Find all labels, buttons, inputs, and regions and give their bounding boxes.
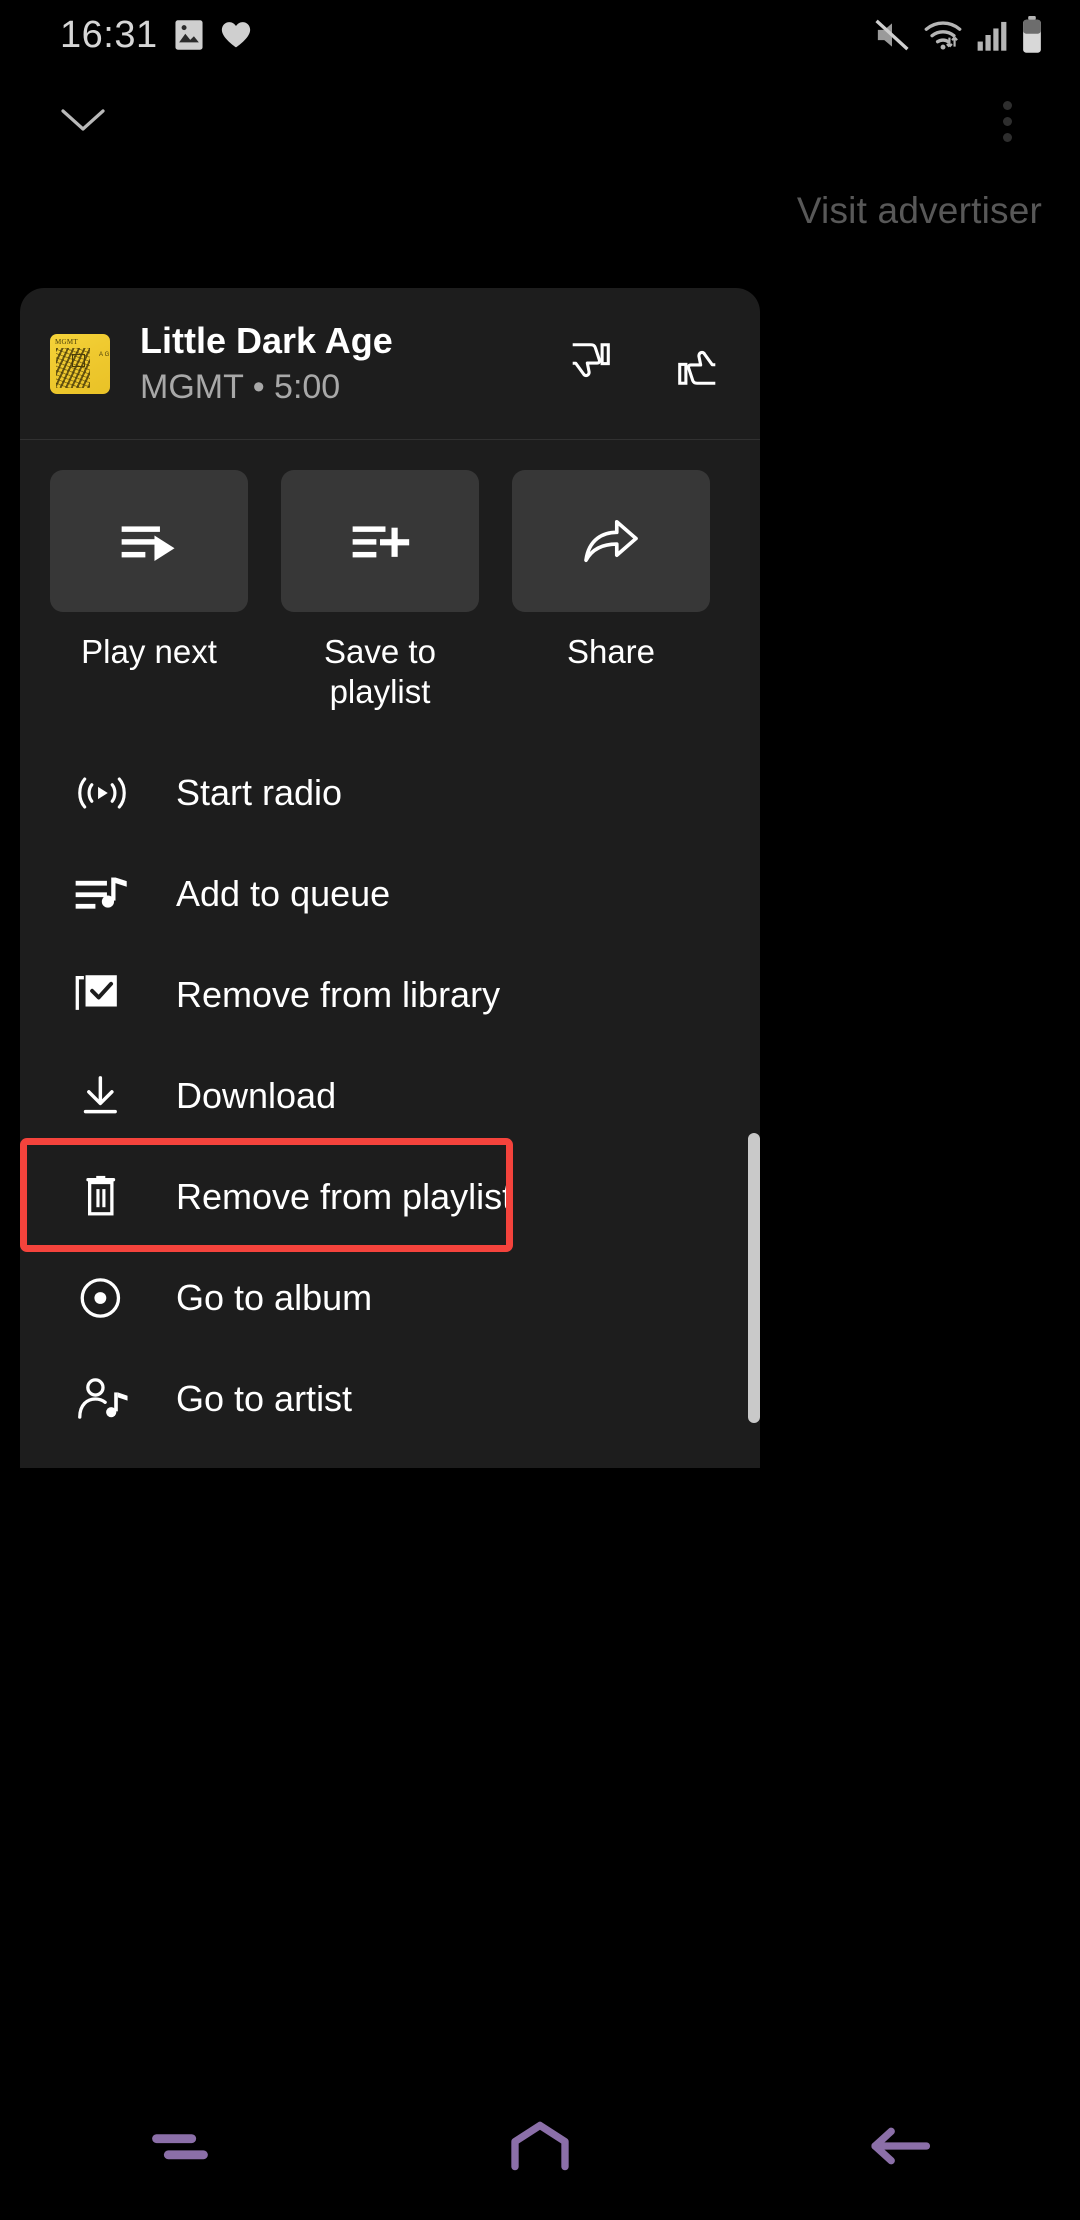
library-checked-icon [74,971,130,1019]
more-vertical-icon-dot-1 [1002,100,1012,110]
menu-item-start-radio[interactable]: Start radio [20,742,760,843]
save-to-playlist-label: Save to playlist [324,633,436,710]
share-arrow-icon [582,516,640,566]
album-art-side-text: A G E [99,351,110,358]
menu-label-remove-from-library: Remove from library [176,973,501,1015]
save-to-playlist-tile[interactable] [281,470,479,612]
options-menu: Start radio Add to queue Remove from lib… [20,742,760,1449]
rating-buttons [562,336,726,392]
share-tile[interactable] [512,470,710,612]
home-icon [510,2121,570,2171]
chevron-down-icon [60,107,106,135]
mute-icon [874,18,910,52]
more-vertical-icon-dot-3 [1002,132,1012,142]
menu-item-go-to-album[interactable]: Go to album [20,1247,760,1348]
download-icon [74,1072,130,1120]
artist-person-music-icon [74,1375,130,1423]
more-options-button[interactable] [964,78,1050,164]
quick-action-tiles: Play next Save to playlist Share [20,440,760,712]
menu-label-go-to-album: Go to album [176,1276,373,1318]
menu-item-remove-from-playlist[interactable]: Remove from playlist [20,1146,760,1247]
menu-label-add-to-queue: Add to queue [176,872,391,914]
song-subtitle: MGMT • 5:00 [140,367,341,406]
menu-label-start-radio: Start radio [176,771,343,813]
song-options-sheet: MGMT A G E Little Dark Age MGMT • 5:00 [20,288,760,1468]
quick-action-share[interactable]: Share [512,470,710,712]
song-title: Little Dark Age [140,319,393,361]
quick-action-play-next[interactable]: Play next [50,470,248,712]
menu-item-add-to-queue[interactable]: Add to queue [20,843,760,944]
album-art-square [72,353,85,367]
radio-broadcast-icon [74,769,130,817]
playlist-add-icon [349,516,411,566]
menu-item-go-to-artist[interactable]: Go to artist [20,1348,760,1449]
status-time: 16:31 [60,13,158,56]
menu-item-download[interactable]: Download [20,1045,760,1146]
visit-advertiser-link[interactable]: Visit advertiser [797,190,1042,232]
menu-label-go-to-artist: Go to artist [176,1377,353,1419]
play-next-tile[interactable] [50,470,248,612]
quick-action-save-to-playlist[interactable]: Save to playlist [281,470,479,712]
battery-icon [1020,16,1044,54]
home-button[interactable] [465,2096,615,2196]
menu-label-download: Download [176,1074,337,1116]
like-button[interactable] [670,336,726,392]
share-label: Share [566,633,656,670]
signal-icon [976,18,1008,52]
song-meta: Little Dark Age MGMT • 5:00 [140,319,546,409]
status-bar-right [874,16,1044,54]
back-button[interactable] [825,2096,975,2196]
more-vertical-icon-dot-2 [1002,116,1012,126]
system-navigation-bar [0,2072,1080,2220]
album-art-label: MGMT [55,337,78,346]
heart-icon [220,20,252,50]
wifi-icon [922,17,964,53]
dislike-button[interactable] [562,336,618,392]
thumb-down-icon [565,339,615,389]
collapse-player-button[interactable] [40,78,126,164]
player-top-bar [0,70,1080,190]
status-bar: 16:31 [0,0,1080,70]
play-next-label: Play next [81,633,217,670]
album-art-thumbnail: MGMT A G E [50,333,110,394]
phone-screen: 16:31 Visit advertiser MGMT A G Little D… [0,0,1080,2220]
song-header: MGMT A G E Little Dark Age MGMT • 5:00 [20,288,760,440]
recents-button[interactable] [105,2096,255,2196]
trash-icon [74,1173,130,1221]
recents-icon [147,2124,213,2168]
sheet-scrollbar-thumb[interactable] [748,1133,760,1423]
menu-label-remove-from-playlist: Remove from playlist [176,1175,513,1217]
queue-music-icon [74,870,130,918]
status-bar-left: 16:31 [60,14,252,57]
menu-item-remove-from-library[interactable]: Remove from library [20,944,760,1045]
photo-icon [174,19,204,51]
thumb-up-icon [673,339,723,389]
back-arrow-icon [867,2124,933,2168]
queue-play-next-icon [118,516,180,566]
album-disc-icon [74,1274,130,1322]
